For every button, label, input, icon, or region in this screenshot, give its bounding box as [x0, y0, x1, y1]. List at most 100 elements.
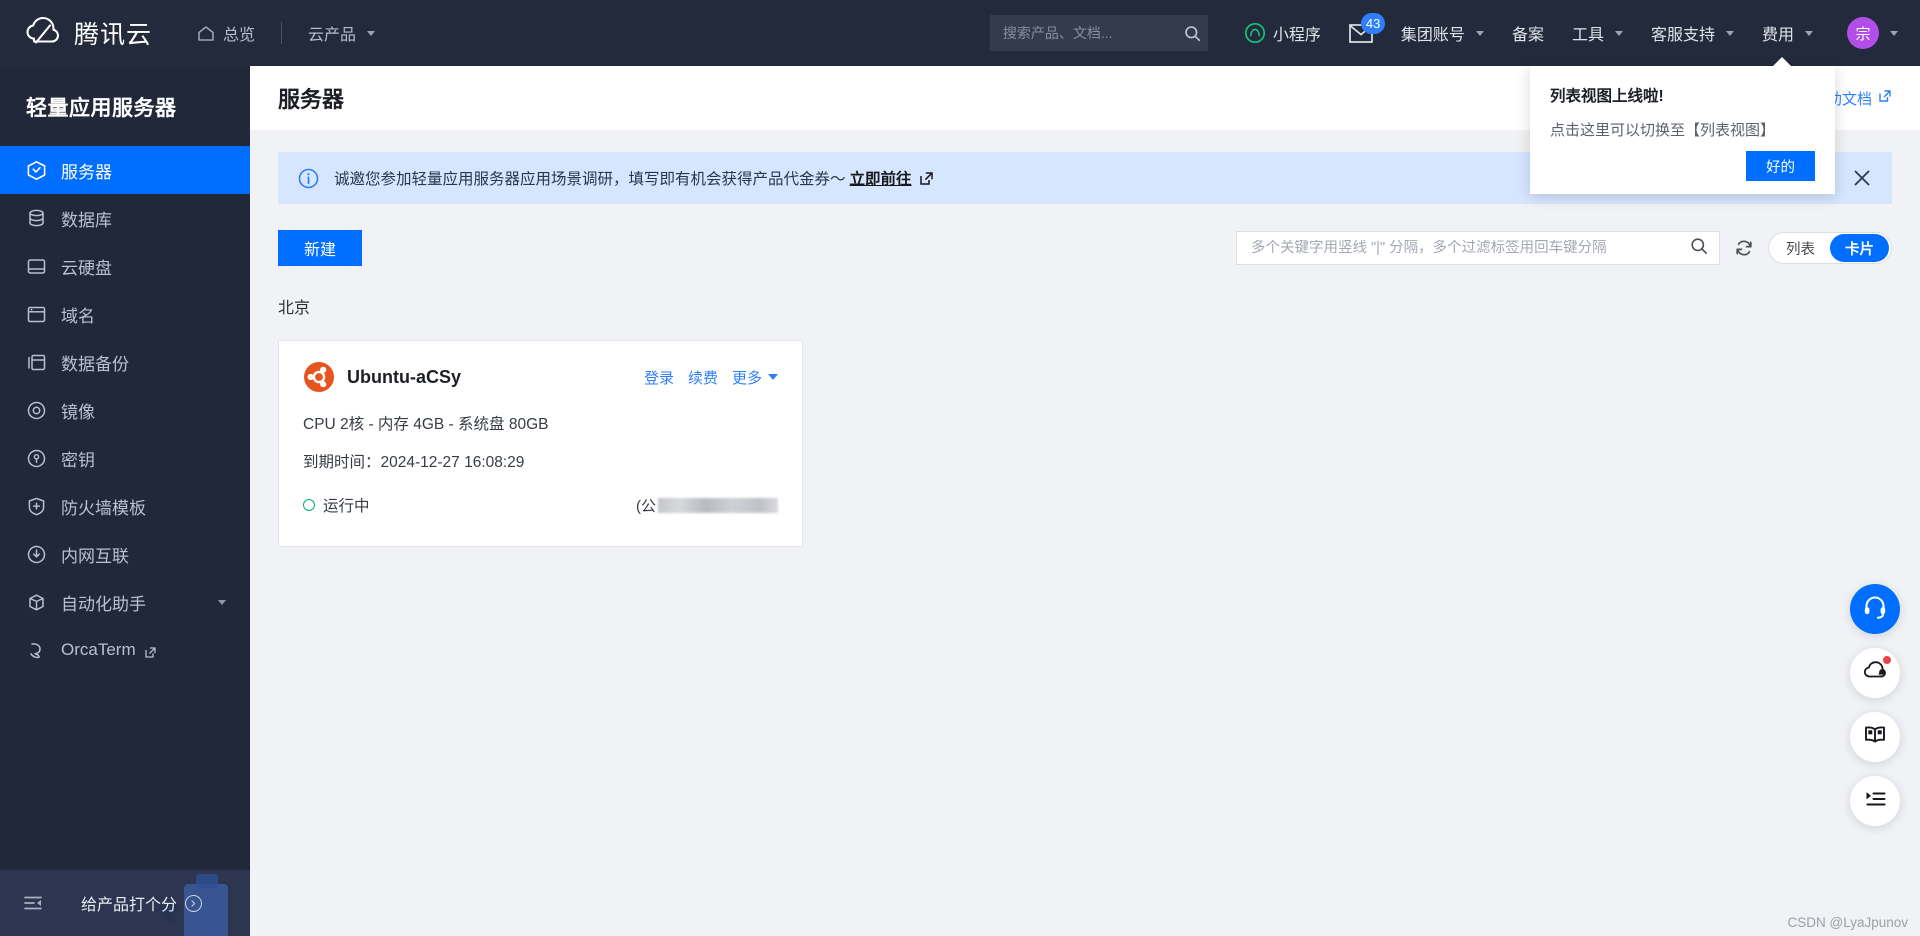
cloud-alert-button[interactable]	[1850, 648, 1900, 698]
sidebar-item-key[interactable]: 密钥	[0, 434, 250, 482]
sidebar-item-firewall[interactable]: 防火墙模板	[0, 482, 250, 530]
watermark: CSDN @LyaJpunov	[1787, 915, 1908, 930]
sidebar-item-server[interactable]: 服务器	[0, 146, 250, 194]
server-more-action[interactable]: 更多	[732, 367, 762, 388]
header-group-account[interactable]: 集团账号	[1387, 0, 1498, 66]
header-support-label: 客服支持	[1650, 27, 1715, 44]
help-doc-link[interactable]: 助文档	[1827, 88, 1892, 109]
server-expire-time: 到期时间：2024-12-27 16:08:29	[303, 454, 525, 471]
create-server-button[interactable]: 新建	[278, 230, 363, 266]
header-billing-label: 费用	[1761, 27, 1794, 44]
notification-dot	[1883, 656, 1891, 664]
nav-overview-label: 总览	[223, 27, 256, 44]
rate-product-button[interactable]: 给产品打个分	[81, 891, 203, 915]
popover-body: 点击这里可以切换至【列表视图】	[1550, 122, 1776, 139]
view-mode-card[interactable]: 卡片	[1830, 234, 1889, 262]
rate-product-label: 给产品打个分	[81, 897, 178, 914]
key-icon	[26, 448, 47, 469]
sidebar-item-image[interactable]: 镜像	[0, 386, 250, 434]
image-icon	[26, 400, 47, 421]
view-mode-list[interactable]: 列表	[1771, 234, 1830, 262]
server-card-footer: 运行中 (公	[303, 494, 778, 516]
mail-wrap: 43	[1349, 12, 1386, 43]
nav-products-label: 云产品	[308, 27, 357, 44]
nav-divider	[281, 22, 283, 44]
sidebar-item-disk[interactable]: 云硬盘	[0, 242, 250, 290]
sidebar-bottom-bar: 给产品打个分	[0, 870, 250, 936]
view-mode-toggle: 列表 卡片	[1768, 232, 1892, 264]
top-header: 腾讯云 总览 云产品 搜索产品、文档... 小程序 43 集团账号 备案 工具 …	[0, 0, 1920, 66]
external-link-icon	[144, 644, 157, 658]
sidebar-item-intranet[interactable]: 内网互联	[0, 530, 250, 578]
server-card[interactable]: Ubuntu-aCSy 登录 续费 更多 CPU 2核 - 内存 4GB - 系…	[278, 340, 803, 547]
ubuntu-icon	[303, 361, 335, 393]
sidebar-item-domain[interactable]: 域名	[0, 290, 250, 338]
sidebar-item-backup[interactable]: 数据备份	[0, 338, 250, 386]
sidebar-item-orcaterm[interactable]: OrcaTerm	[0, 626, 250, 674]
chevron-down-icon	[1475, 30, 1484, 36]
chevron-down-icon	[1614, 30, 1623, 36]
search-input[interactable]	[1002, 25, 1184, 41]
status-label: 运行中	[323, 498, 370, 515]
avatar: 宗	[1847, 17, 1879, 49]
popover-confirm-button[interactable]: 好的	[1746, 151, 1815, 181]
region-label: 北京	[278, 300, 311, 317]
home-icon	[196, 23, 216, 43]
header-filing-label: 备案	[1511, 27, 1544, 44]
header-miniprogram[interactable]: 小程序	[1230, 0, 1335, 66]
header-group-account-label: 集团账号	[1400, 27, 1465, 44]
refresh-icon[interactable]	[1734, 238, 1754, 258]
brand-name: 腾讯云	[74, 21, 153, 49]
popover-title: 列表视图上线啦!	[1550, 88, 1664, 105]
disk-icon	[26, 256, 47, 277]
header-tools[interactable]: 工具	[1558, 0, 1637, 66]
chevron-down-icon	[218, 599, 226, 605]
header-filing[interactable]: 备案	[1498, 0, 1558, 66]
book-icon	[1862, 722, 1888, 753]
filter-search-box[interactable]	[1236, 231, 1720, 265]
chevron-down-icon	[1890, 30, 1898, 36]
server-renew-action[interactable]: 续费	[688, 367, 718, 388]
message-count-badge: 43	[1360, 12, 1386, 34]
page-title: 服务器	[278, 87, 345, 112]
nav-overview[interactable]: 总览	[192, 0, 259, 66]
server-name: Ubuntu-aCSy	[347, 366, 461, 387]
documentation-button[interactable]	[1850, 712, 1900, 762]
search-icon[interactable]	[1184, 25, 1201, 42]
sidebar-item-database[interactable]: 数据库	[0, 194, 250, 242]
server-card-actions: 登录 续费 更多	[644, 367, 778, 388]
chevron-down-icon[interactable]	[768, 374, 778, 380]
nav-products[interactable]: 云产品	[304, 0, 379, 66]
server-login-action[interactable]: 登录	[644, 367, 674, 388]
header-messages[interactable]: 43	[1335, 0, 1387, 66]
server-spec: CPU 2核 - 内存 4GB - 系统盘 80GB	[303, 416, 549, 433]
header-tools-label: 工具	[1571, 27, 1604, 44]
global-search[interactable]	[989, 15, 1208, 51]
server-icon	[26, 160, 47, 181]
customer-service-button[interactable]	[1850, 584, 1900, 634]
quick-menu-button[interactable]	[1850, 776, 1900, 826]
arrow-right-circle-icon	[185, 894, 203, 912]
sidebar-item-automation[interactable]: 自动化助手	[0, 578, 250, 626]
intranet-icon	[26, 544, 47, 565]
floating-action-rail	[1850, 584, 1900, 826]
search-icon[interactable]	[1690, 237, 1708, 260]
close-icon[interactable]	[1852, 168, 1872, 188]
survey-banner-link[interactable]: 立即前往	[850, 167, 912, 189]
orcaterm-icon	[26, 640, 47, 661]
sidebar-item-label: 服务器	[61, 162, 112, 182]
sidebar-title: 轻量应用服务器	[26, 97, 177, 120]
header-support[interactable]: 客服支持	[1637, 0, 1748, 66]
domain-icon	[26, 304, 47, 325]
chevron-down-icon	[1805, 30, 1813, 36]
content-area: 诚邀您参加轻量应用服务器应用场景调研，填写即有机会获得产品代金券～ 立即前往 新…	[250, 130, 1920, 936]
sidebar-item-label: 自动化助手	[61, 594, 146, 614]
server-ip-masked	[658, 497, 778, 513]
server-ip-prefix: (公	[636, 497, 656, 515]
collapse-sidebar-icon[interactable]	[22, 892, 44, 914]
brand[interactable]: 腾讯云	[22, 12, 152, 54]
list-menu-icon	[1862, 786, 1888, 817]
list-view-popover: 列表视图上线啦! 点击这里可以切换至【列表视图】 好的	[1530, 57, 1835, 194]
filter-search-input[interactable]	[1251, 240, 1690, 256]
header-user-menu[interactable]: 宗	[1827, 0, 1920, 66]
